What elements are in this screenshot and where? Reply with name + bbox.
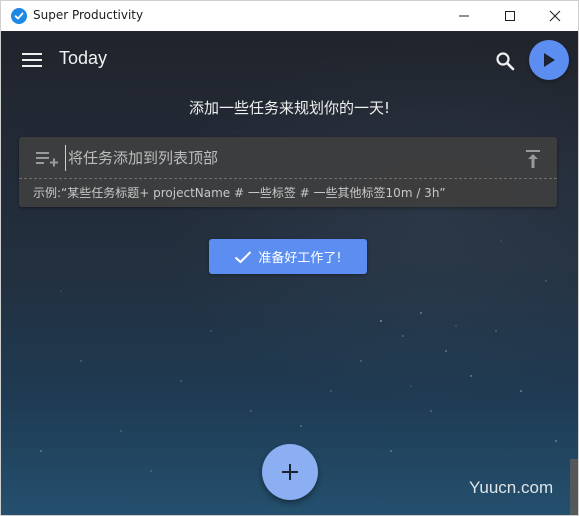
- ready-to-work-button[interactable]: 准备好工作了!: [209, 239, 367, 274]
- search-button[interactable]: [491, 47, 519, 75]
- maximize-button[interactable]: [487, 1, 533, 31]
- add-task-row: [19, 137, 557, 179]
- add-task-panel: 示例:“某些任务标题+ projectName # 一些标签 # 一些其他标签1…: [19, 137, 557, 207]
- add-task-hint: 示例:“某些任务标题+ projectName # 一些标签 # 一些其他标签1…: [33, 186, 446, 200]
- maximize-icon: [505, 11, 515, 21]
- check-circle-icon: [11, 8, 27, 24]
- empty-state-headline: 添加一些任务来规划你的一天!: [188, 99, 390, 117]
- minimize-button[interactable]: [441, 1, 487, 31]
- search-icon: [496, 52, 515, 71]
- scrollbar-thumb[interactable]: [570, 459, 578, 515]
- add-task-fab[interactable]: [262, 444, 318, 500]
- app-window: Super Productivity Today 添加一些任务来规划你的一天! …: [0, 0, 579, 516]
- page-title: Today: [59, 48, 108, 68]
- top-toolbar: Today: [1, 31, 578, 89]
- watermark-text: Yuucn.com: [469, 478, 554, 497]
- close-button[interactable]: [532, 1, 578, 31]
- add-to-top-toggle[interactable]: [521, 147, 545, 171]
- menu-icon: [22, 53, 42, 67]
- check-icon: [235, 250, 252, 263]
- plus-icon: [282, 464, 298, 480]
- window-title: Super Productivity: [33, 8, 144, 22]
- title-bar[interactable]: Super Productivity: [1, 1, 578, 31]
- start-tracking-button[interactable]: [529, 40, 569, 80]
- app-content: Today 添加一些任务来规划你的一天! 将任务添加到列表顶部 示例:“某些任务…: [1, 31, 578, 515]
- add-task-input[interactable]: [65, 145, 508, 171]
- menu-button[interactable]: [17, 47, 47, 73]
- minimize-icon: [459, 15, 469, 17]
- close-icon: [549, 10, 561, 22]
- vertical-align-top-icon: [526, 150, 540, 168]
- playlist-add-icon: [36, 152, 58, 167]
- play-icon: [544, 53, 555, 67]
- ready-to-work-label: 准备好工作了!: [258, 251, 342, 266]
